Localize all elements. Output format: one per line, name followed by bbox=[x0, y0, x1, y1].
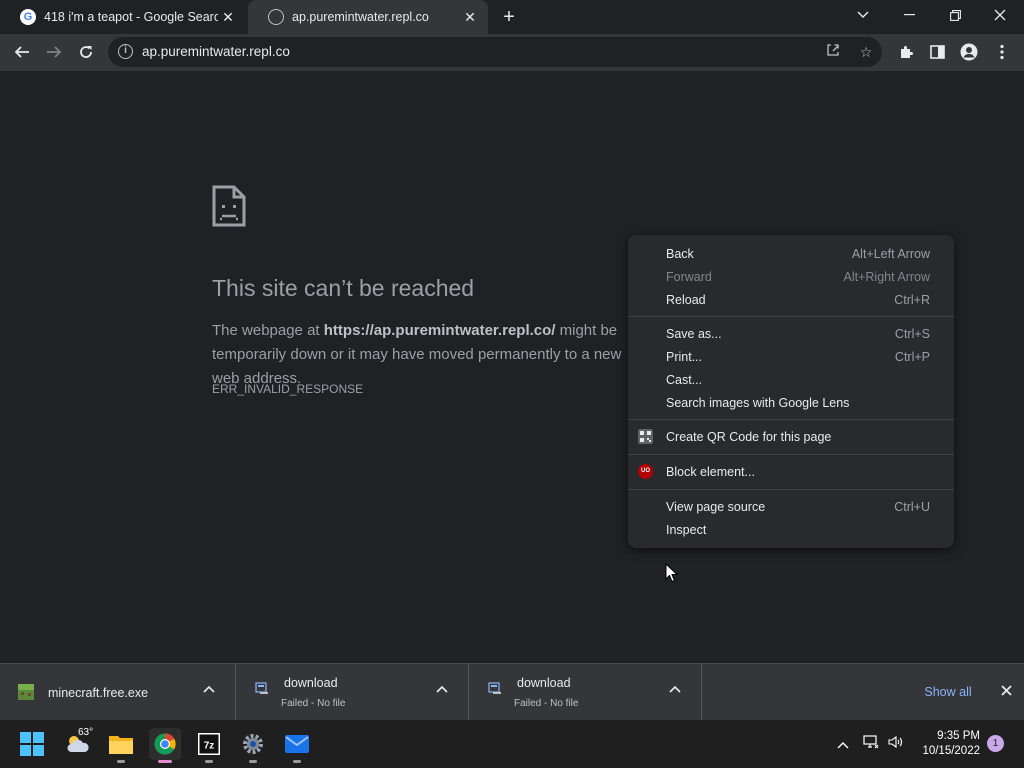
address-text[interactable]: ap.puremintwater.repl.co bbox=[142, 37, 290, 67]
error-title: This site can’t be reached bbox=[212, 275, 475, 301]
menu-item-google-lens[interactable]: Search images with Google Lens bbox=[628, 391, 954, 414]
menu-separator bbox=[628, 489, 954, 490]
download-shelf: minecraft.free.exe download Failed - No … bbox=[0, 663, 1024, 721]
error-url: https://ap.puremintwater.repl.co/ bbox=[323, 322, 556, 339]
network-icon[interactable] bbox=[861, 734, 881, 754]
chevron-up-icon[interactable] bbox=[669, 682, 685, 698]
failed-file-icon bbox=[255, 682, 268, 694]
tab-google-search[interactable]: G 418 i'm a teapot - Google Search ✕ bbox=[0, 0, 246, 34]
info-icon[interactable]: i bbox=[118, 44, 133, 59]
close-icon bbox=[1000, 685, 1012, 696]
forward-button[interactable] bbox=[40, 38, 68, 66]
gear-icon bbox=[243, 734, 263, 754]
close-icon[interactable]: ✕ bbox=[218, 7, 238, 27]
taskbar-7zip[interactable]: 7z bbox=[193, 728, 225, 763]
volume-icon[interactable] bbox=[886, 734, 906, 754]
tab-strip: G 418 i'm a teapot - Google Search ✕ ap.… bbox=[0, 0, 1024, 34]
tab-title: 418 i'm a teapot - Google Search bbox=[44, 10, 218, 24]
menu-item-save-as[interactable]: Save as... Ctrl+S bbox=[628, 322, 954, 345]
mouse-cursor-icon bbox=[665, 563, 679, 583]
download-status: Failed - No file bbox=[281, 698, 346, 709]
windows-logo-icon bbox=[20, 732, 44, 756]
clock-date: 10/15/2022 bbox=[922, 745, 980, 757]
tab-title: ap.puremintwater.repl.co bbox=[292, 10, 429, 24]
menu-item-inspect[interactable]: Inspect bbox=[628, 518, 954, 541]
menu-separator bbox=[628, 454, 954, 455]
download-item[interactable]: minecraft.free.exe bbox=[0, 664, 236, 721]
download-status: Failed - No file bbox=[514, 698, 579, 709]
show-all-downloads-button[interactable]: Show all bbox=[913, 676, 983, 708]
share-icon[interactable] bbox=[823, 42, 843, 62]
failed-file-icon bbox=[488, 682, 501, 694]
mail-icon bbox=[285, 735, 309, 753]
tab-search-chevron-icon[interactable] bbox=[843, 0, 883, 30]
side-panel-button[interactable] bbox=[923, 38, 951, 66]
menu-item-forward[interactable]: Forward Alt+Right Arrow bbox=[628, 265, 954, 288]
star-icon[interactable]: ☆ bbox=[856, 42, 876, 62]
notification-badge[interactable]: 1 bbox=[987, 735, 1004, 752]
menu-item-back[interactable]: Back Alt+Left Arrow bbox=[628, 242, 954, 265]
qr-code-icon bbox=[638, 429, 653, 444]
close-icon[interactable]: ✕ bbox=[460, 7, 480, 27]
kebab-icon bbox=[1000, 44, 1004, 60]
menu-separator bbox=[628, 419, 954, 420]
side-panel-icon bbox=[929, 45, 945, 59]
close-download-shelf-button[interactable] bbox=[996, 682, 1016, 702]
folder-icon bbox=[109, 736, 133, 754]
puzzle-icon bbox=[901, 46, 913, 58]
address-bar[interactable]: i ap.puremintwater.repl.co ☆ bbox=[108, 37, 882, 67]
minimize-button[interactable] bbox=[889, 0, 929, 30]
clock-time: 9:35 PM bbox=[937, 730, 980, 742]
menu-item-view-source[interactable]: View page source Ctrl+U bbox=[628, 495, 954, 518]
menu-item-block-element[interactable]: UO Block element... bbox=[628, 460, 954, 484]
download-filename: minecraft.free.exe bbox=[48, 686, 149, 700]
profile-button[interactable] bbox=[955, 38, 983, 66]
download-item[interactable]: download Failed - No file bbox=[236, 664, 469, 721]
arrow-right-icon bbox=[47, 46, 62, 58]
reload-icon bbox=[80, 46, 92, 58]
back-button[interactable] bbox=[8, 38, 36, 66]
extensions-button[interactable] bbox=[892, 38, 920, 66]
globe-icon bbox=[268, 9, 284, 25]
chevron-up-icon[interactable] bbox=[833, 734, 853, 754]
menu-item-reload[interactable]: Reload Ctrl+R bbox=[628, 288, 954, 311]
restore-button[interactable] bbox=[935, 0, 975, 30]
tab-repl-site[interactable]: ap.puremintwater.repl.co ✕ bbox=[248, 0, 488, 34]
chevron-up-icon[interactable] bbox=[203, 682, 219, 698]
context-menu: Back Alt+Left Arrow Forward Alt+Right Arro… bbox=[628, 235, 954, 548]
taskbar-settings[interactable] bbox=[237, 728, 269, 763]
chrome-icon bbox=[154, 733, 176, 755]
download-filename: download bbox=[517, 676, 571, 690]
weather-temperature: 63° bbox=[78, 727, 94, 738]
download-filename: download bbox=[284, 676, 338, 690]
download-item[interactable]: download Failed - No file bbox=[469, 664, 702, 721]
avatar-icon bbox=[960, 43, 978, 61]
windows-taskbar: 63° 7z 9:35 PM 10/15/2022 1 bbox=[0, 720, 1024, 768]
sad-page-icon bbox=[212, 185, 246, 227]
menu-separator bbox=[628, 316, 954, 317]
start-button[interactable] bbox=[16, 728, 48, 760]
arrow-left-icon bbox=[14, 46, 29, 58]
taskbar-file-explorer[interactable] bbox=[105, 728, 137, 763]
chevron-up-icon[interactable] bbox=[436, 682, 452, 698]
menu-button[interactable] bbox=[988, 38, 1016, 66]
7zip-icon: 7z bbox=[198, 733, 220, 755]
menu-item-cast[interactable]: Cast... bbox=[628, 368, 954, 391]
reload-button[interactable] bbox=[72, 38, 100, 66]
minecraft-file-icon bbox=[18, 684, 34, 700]
close-window-button[interactable] bbox=[980, 0, 1020, 30]
error-code: ERR_INVALID_RESPONSE bbox=[212, 382, 364, 396]
google-icon: G bbox=[20, 9, 36, 25]
browser-toolbar: i ap.puremintwater.repl.co ☆ bbox=[0, 34, 1024, 71]
taskbar-mail[interactable] bbox=[281, 728, 313, 763]
menu-item-print[interactable]: Print... Ctrl+P bbox=[628, 345, 954, 368]
menu-item-qr-code[interactable]: Create QR Code for this page bbox=[628, 425, 954, 449]
taskbar-chrome[interactable] bbox=[149, 728, 181, 763]
ublock-origin-icon: UO bbox=[638, 464, 653, 479]
taskbar-clock[interactable]: 9:35 PM 10/15/2022 bbox=[910, 729, 980, 759]
error-description: The webpage at https://ap.puremintwater.… bbox=[212, 322, 622, 387]
new-tab-button[interactable]: + bbox=[498, 6, 520, 28]
svg-text:7z: 7z bbox=[204, 741, 215, 752]
